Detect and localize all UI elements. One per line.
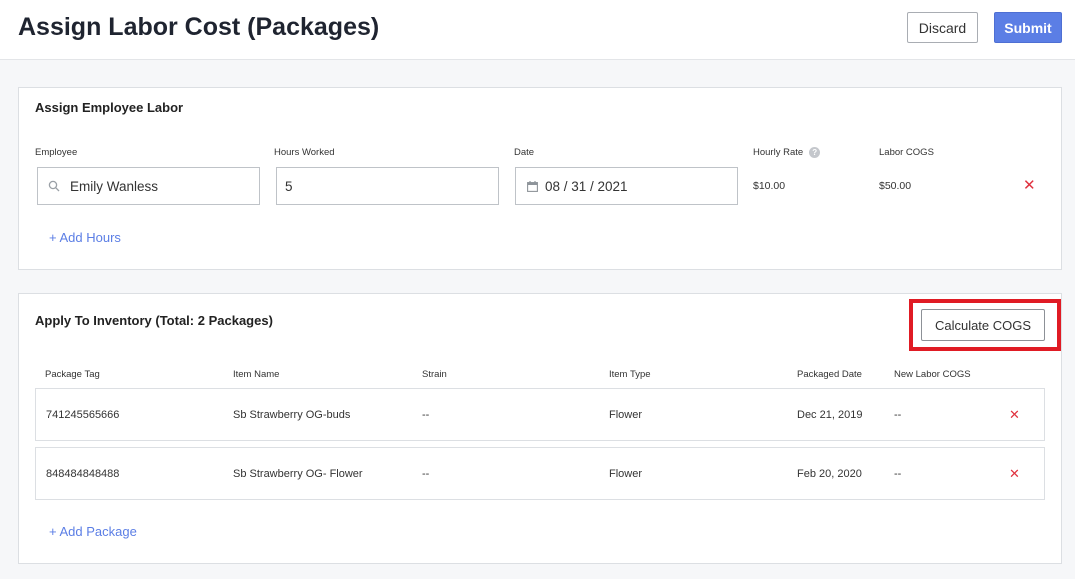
package-tag-cell: 741245565666 <box>46 408 120 421</box>
remove-package-close-icon[interactable]: ✕ <box>1009 448 1020 499</box>
hourly-rate-label: Hourly Rate? <box>753 147 821 159</box>
item-name-cell: Sb Strawberry OG-buds <box>233 408 351 421</box>
search-icon <box>48 180 60 192</box>
date-value: 08 / 31 / 2021 <box>545 178 628 194</box>
add-hours-link[interactable]: + Add Hours <box>49 230 121 245</box>
employee-label: Employee <box>35 147 78 158</box>
hours-worked-input[interactable]: 5 <box>276 167 499 205</box>
column-header-item-type: Item Type <box>609 369 651 380</box>
hours-worked-value: 5 <box>285 178 293 194</box>
remove-package-close-icon[interactable]: ✕ <box>1009 389 1020 440</box>
new-labor-cogs-cell: -- <box>894 467 902 480</box>
apply-inventory-title: Apply To Inventory (Total: 2 Packages) <box>35 313 273 328</box>
package-tag-cell: 848484848488 <box>46 467 120 480</box>
discard-button[interactable]: Discard <box>907 12 978 43</box>
question-icon[interactable]: ? <box>809 147 821 158</box>
new-labor-cogs-cell: -- <box>894 408 902 421</box>
table-row: 848484848488 Sb Strawberry OG- Flower --… <box>35 447 1045 500</box>
column-header-item-name: Item Name <box>233 369 280 380</box>
add-package-link[interactable]: + Add Package <box>49 524 137 539</box>
item-name-cell: Sb Strawberry OG- Flower <box>233 467 363 480</box>
calculate-cogs-button[interactable]: Calculate COGS <box>921 309 1045 341</box>
column-header-package-tag: Package Tag <box>45 369 100 380</box>
submit-button[interactable]: Submit <box>994 12 1062 43</box>
employee-search-input[interactable]: Emily Wanless <box>37 167 260 205</box>
strain-cell: -- <box>422 467 430 480</box>
labor-cogs-value: $50.00 <box>879 180 912 192</box>
remove-labor-close-icon[interactable]: ✕ <box>1023 178 1036 193</box>
employee-labor-title: Assign Employee Labor <box>35 100 184 115</box>
column-header-new-labor-cogs: New Labor COGS <box>894 369 971 380</box>
hourly-rate-value: $10.00 <box>753 180 786 192</box>
packaged-date-cell: Dec 21, 2019 <box>797 408 863 421</box>
column-header-packaged-date: Packaged Date <box>797 369 862 380</box>
employee-value: Emily Wanless <box>70 178 159 194</box>
date-label: Date <box>514 147 535 158</box>
item-type-cell: Flower <box>609 408 643 421</box>
page-header: Assign Labor Cost (Packages) Discard Sub… <box>0 0 1075 60</box>
strain-cell: -- <box>422 408 430 421</box>
packaged-date-cell: Feb 20, 2020 <box>797 467 862 480</box>
column-header-strain: Strain <box>422 369 447 380</box>
labor-cogs-label: Labor COGS <box>879 147 934 158</box>
hours-worked-label: Hours Worked <box>274 147 335 158</box>
page-title: Assign Labor Cost (Packages) <box>18 13 380 41</box>
item-type-cell: Flower <box>609 467 643 480</box>
table-row: 741245565666 Sb Strawberry OG-buds -- Fl… <box>35 388 1045 441</box>
calendar-icon <box>527 180 538 192</box>
hourly-rate-label-text: Hourly Rate <box>753 147 804 159</box>
date-input[interactable]: 08 / 31 / 2021 <box>515 167 738 205</box>
